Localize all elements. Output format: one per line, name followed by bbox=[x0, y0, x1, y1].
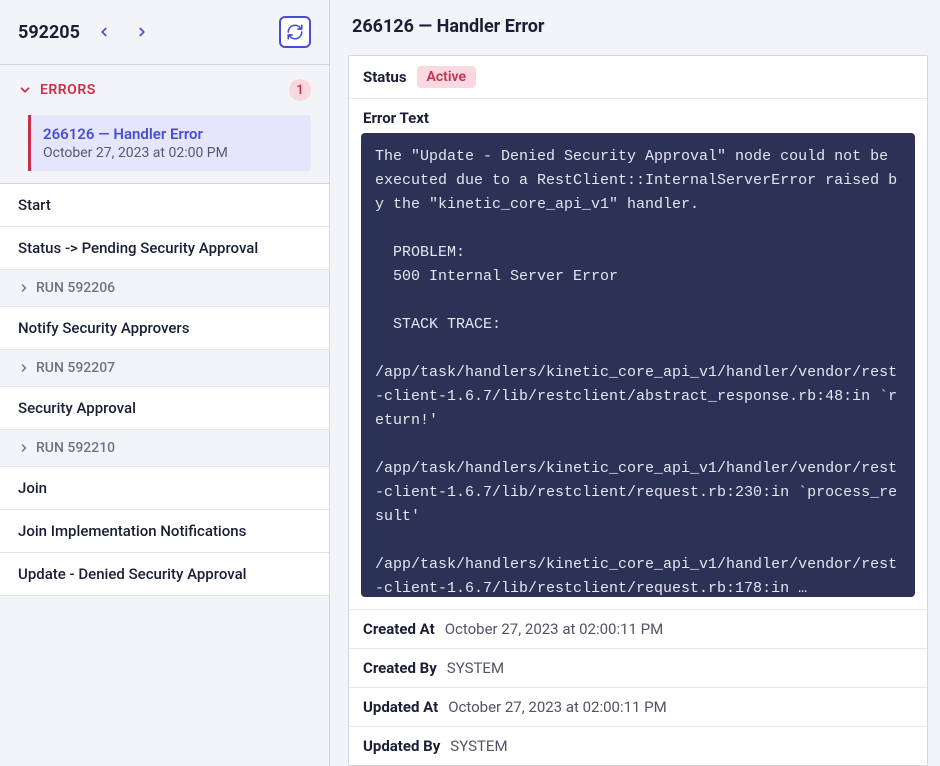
refresh-button[interactable] bbox=[279, 16, 311, 48]
node-list: Start Status -> Pending Security Approva… bbox=[0, 183, 329, 596]
sidebar-header: 592205 bbox=[0, 0, 329, 64]
chevron-right-icon bbox=[135, 25, 149, 39]
updated-at-row: Updated At October 27, 2023 at 02:00:11 … bbox=[349, 688, 927, 727]
created-at-value: October 27, 2023 at 02:00:11 PM bbox=[445, 620, 664, 638]
node-join[interactable]: Join bbox=[0, 467, 329, 510]
created-by-label: Created By bbox=[363, 659, 437, 677]
updated-by-value: SYSTEM bbox=[450, 737, 507, 755]
node-label: Join Implementation Notifications bbox=[18, 522, 246, 540]
chevron-right-icon bbox=[18, 442, 30, 454]
main-panel: 266126 — Handler Error Status Active Err… bbox=[330, 0, 940, 766]
node-label: Join bbox=[18, 479, 47, 497]
node-security-approval[interactable]: Security Approval bbox=[0, 387, 329, 430]
created-at-label: Created At bbox=[363, 620, 435, 638]
created-by-row: Created By SYSTEM bbox=[349, 649, 927, 688]
sub-run-label: RUN 592207 bbox=[36, 360, 115, 376]
error-text-section: Error Text The "Update - Denied Security… bbox=[349, 99, 927, 610]
created-by-value: SYSTEM bbox=[447, 659, 504, 677]
refresh-icon bbox=[286, 23, 304, 41]
node-label: Security Approval bbox=[18, 399, 136, 417]
status-row: Status Active bbox=[349, 56, 927, 99]
chevron-down-icon bbox=[18, 83, 32, 97]
error-detail-card: Status Active Error Text The "Update - D… bbox=[348, 55, 928, 766]
node-label: Update - Denied Security Approval bbox=[18, 565, 247, 583]
updated-by-row: Updated By SYSTEM bbox=[349, 727, 927, 765]
errors-toggle[interactable]: ERRORS 1 bbox=[0, 65, 329, 115]
chevron-right-icon bbox=[18, 282, 30, 294]
errors-count-badge: 1 bbox=[289, 79, 311, 101]
sub-run-label: RUN 592210 bbox=[36, 440, 115, 456]
node-notify-approvers[interactable]: Notify Security Approvers bbox=[0, 307, 329, 350]
node-label: Notify Security Approvers bbox=[18, 319, 189, 337]
prev-run-button[interactable] bbox=[90, 18, 118, 46]
chevron-left-icon bbox=[97, 25, 111, 39]
page-title: 266126 — Handler Error bbox=[330, 0, 940, 55]
sub-run-592210[interactable]: RUN 592210 bbox=[0, 430, 329, 467]
node-status-pending[interactable]: Status -> Pending Security Approval bbox=[0, 227, 329, 270]
status-badge: Active bbox=[417, 66, 476, 88]
chevron-right-icon bbox=[18, 362, 30, 374]
errors-label: ERRORS bbox=[40, 82, 96, 98]
error-item-date: October 27, 2023 at 02:00 PM bbox=[43, 145, 299, 161]
error-item-title: 266126 — Handler Error bbox=[43, 125, 299, 143]
sidebar: 592205 ERRORS 1 266126 — H bbox=[0, 0, 330, 766]
sub-run-label: RUN 592206 bbox=[36, 280, 115, 296]
sub-run-592207[interactable]: RUN 592207 bbox=[0, 350, 329, 387]
updated-by-label: Updated By bbox=[363, 737, 440, 755]
node-label: Status -> Pending Security Approval bbox=[18, 239, 258, 257]
error-list-item[interactable]: 266126 — Handler Error October 27, 2023 … bbox=[28, 115, 311, 171]
error-text-value[interactable]: The "Update - Denied Security Approval" … bbox=[361, 133, 915, 597]
created-at-row: Created At October 27, 2023 at 02:00:11 … bbox=[349, 610, 927, 649]
status-label: Status bbox=[363, 68, 407, 86]
node-label: Start bbox=[18, 196, 51, 214]
updated-at-value: October 27, 2023 at 02:00:11 PM bbox=[448, 698, 667, 716]
updated-at-label: Updated At bbox=[363, 698, 438, 716]
sub-run-592206[interactable]: RUN 592206 bbox=[0, 270, 329, 307]
error-text-label: Error Text bbox=[349, 99, 927, 133]
node-join-impl-notifications[interactable]: Join Implementation Notifications bbox=[0, 510, 329, 553]
node-start[interactable]: Start bbox=[0, 184, 329, 227]
node-update-denied[interactable]: Update - Denied Security Approval bbox=[0, 553, 329, 596]
run-id: 592205 bbox=[18, 22, 80, 43]
next-run-button[interactable] bbox=[128, 18, 156, 46]
